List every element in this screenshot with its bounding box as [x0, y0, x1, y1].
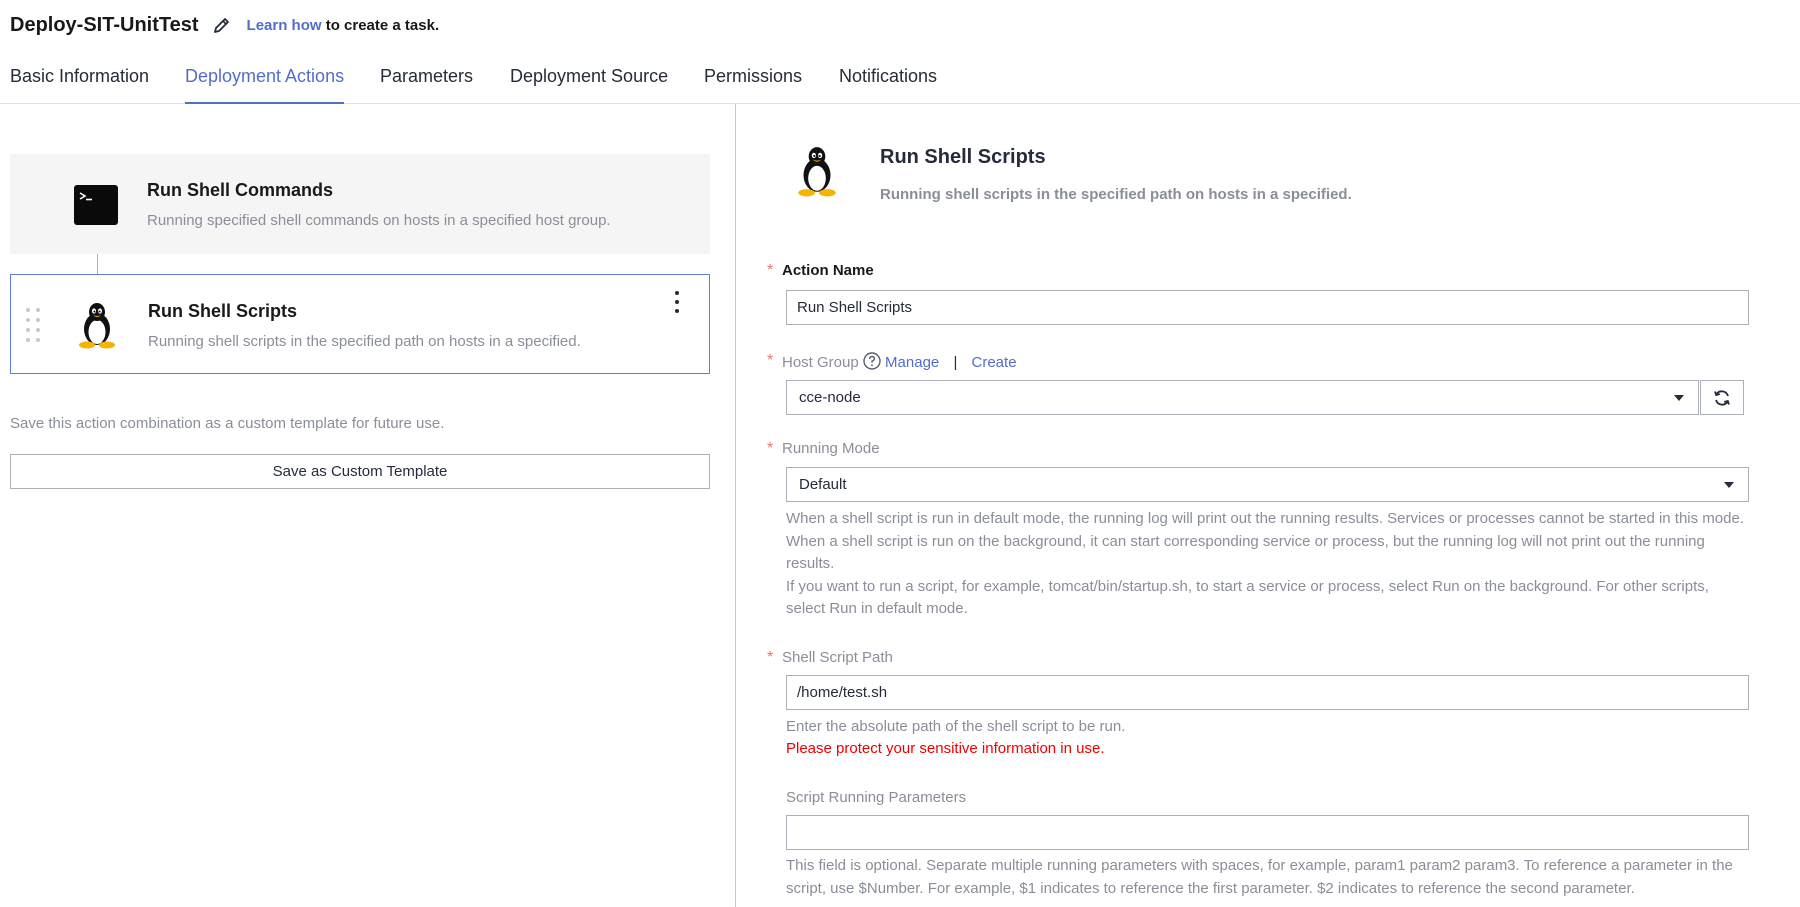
action-title: Run Shell Scripts — [148, 301, 298, 321]
linux-penguin-icon — [793, 144, 841, 198]
running-mode-value: Default — [799, 476, 847, 493]
action-name-label: Action Name — [782, 262, 874, 279]
running-mode-help-line: If you want to run a script, for example… — [786, 577, 1709, 618]
host-group-label-row: Host Group Manage | Create — [782, 352, 1017, 371]
tab-parameters[interactable]: Parameters — [380, 66, 473, 104]
linux-penguin-icon — [74, 301, 120, 349]
page-header: Deploy-SIT-UnitTest Learn how to create … — [10, 10, 439, 40]
learn-how-text: Learn how to create a task. — [247, 17, 440, 34]
link-separator: | — [953, 354, 958, 371]
terminal-icon — [73, 184, 119, 226]
drag-handle-icon[interactable] — [25, 307, 41, 343]
help-question-icon[interactable] — [863, 352, 881, 370]
required-mark: * — [767, 440, 774, 457]
chevron-down-icon — [1724, 482, 1734, 488]
host-group-label: Host Group — [782, 354, 859, 371]
detail-title: Run Shell Scripts — [880, 146, 1046, 168]
host-group-select[interactable]: cce-node — [786, 380, 1699, 415]
learn-how-link[interactable]: Learn how — [247, 17, 322, 34]
tab-deployment-source[interactable]: Deployment Source — [510, 66, 668, 104]
edit-pencil-icon[interactable] — [211, 14, 233, 36]
tab-deployment-actions[interactable]: Deployment Actions — [185, 66, 345, 104]
script-path-label: Shell Script Path — [782, 649, 893, 666]
tab-bar: Basic Information Deployment Actions Par… — [0, 52, 1800, 104]
script-params-label: Script Running Parameters — [786, 789, 967, 806]
manage-link[interactable]: Manage — [885, 354, 939, 371]
tab-basic-information[interactable]: Basic Information — [10, 66, 149, 104]
required-mark: * — [767, 649, 774, 666]
running-mode-help-line: When a shell script is run on the backgr… — [786, 532, 1705, 573]
task-name: Deploy-SIT-UnitTest — [10, 13, 199, 36]
script-path-help: Enter the absolute path of the shell scr… — [786, 718, 1126, 735]
action-description: Running shell scripts in the specified p… — [148, 333, 581, 350]
action-connector-line — [97, 254, 98, 274]
running-mode-label: Running Mode — [782, 440, 880, 457]
action-card-run-shell-commands[interactable]: Run Shell Commands Running specified she… — [10, 154, 710, 254]
chevron-down-icon — [1674, 395, 1684, 401]
host-group-value: cce-node — [799, 389, 861, 406]
script-path-input[interactable] — [786, 675, 1749, 710]
action-description: Running specified shell commands on host… — [147, 212, 611, 229]
tab-notifications[interactable]: Notifications — [839, 66, 937, 104]
action-title: Run Shell Commands — [147, 180, 334, 200]
required-mark: * — [767, 352, 774, 369]
script-params-help: This field is optional. Separate multipl… — [786, 857, 1733, 897]
script-params-input[interactable] — [786, 815, 1749, 850]
running-mode-select[interactable]: Default — [786, 467, 1749, 502]
tab-permissions[interactable]: Permissions — [704, 66, 802, 104]
create-link[interactable]: Create — [972, 354, 1017, 371]
sensitive-info-warning: Please protect your sensitive informatio… — [786, 740, 1105, 757]
refresh-icon — [1714, 390, 1730, 405]
required-mark: * — [767, 262, 774, 279]
more-options-icon[interactable] — [667, 289, 687, 315]
learn-how-rest: to create a task. — [321, 16, 440, 34]
running-mode-help-line: When a shell script is run in default mo… — [786, 510, 1744, 527]
detail-description: Running shell scripts in the specified p… — [880, 186, 1352, 203]
action-card-run-shell-scripts[interactable]: Run Shell Scripts Running shell scripts … — [10, 274, 710, 374]
panel-divider — [735, 104, 736, 907]
running-mode-help: When a shell script is run in default mo… — [786, 508, 1746, 621]
refresh-button[interactable] — [1700, 380, 1744, 415]
save-as-custom-template-button[interactable]: Save as Custom Template — [10, 454, 710, 489]
action-name-input[interactable] — [786, 290, 1749, 325]
save-template-hint: Save this action combination as a custom… — [10, 415, 445, 432]
